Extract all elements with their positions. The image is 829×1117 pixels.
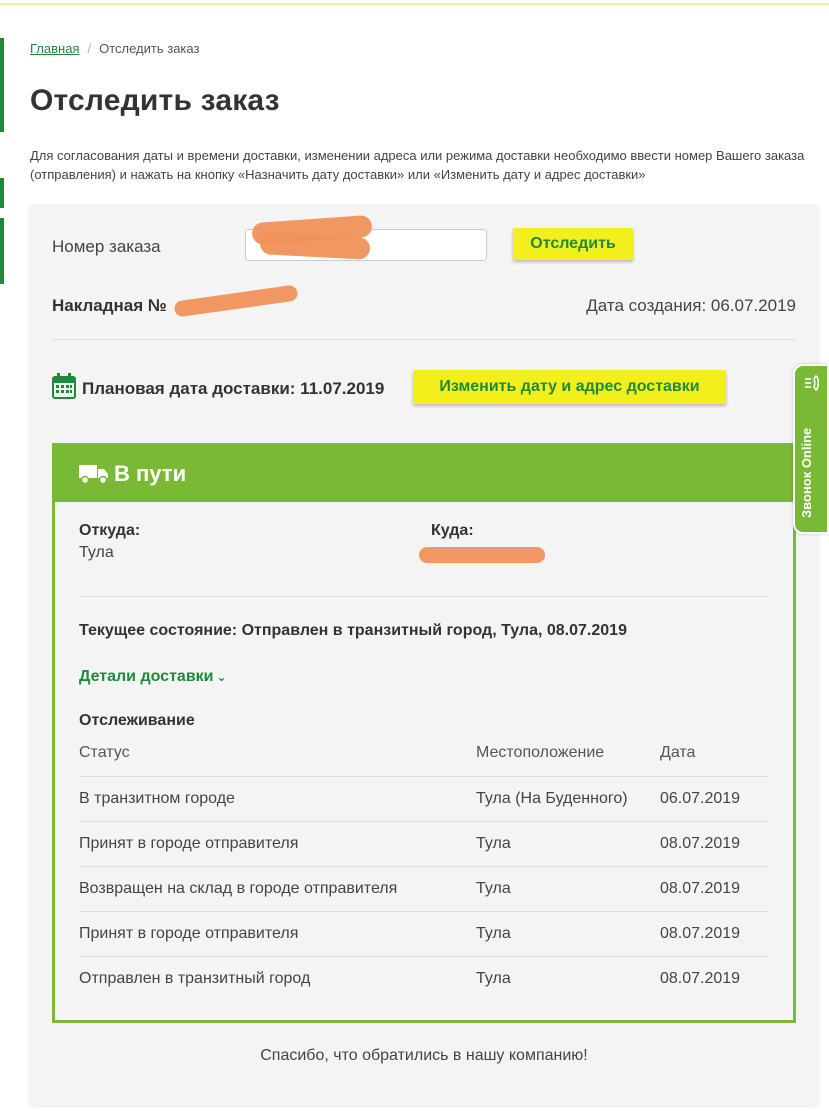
cell-location: Тула (На Буденного)	[476, 776, 660, 822]
divider	[79, 596, 769, 597]
status-title: В пути	[114, 461, 187, 486]
thank-you-message: Спасибо, что обратились в нашу компанию!	[260, 1047, 588, 1064]
planned-delivery-date: Плановая дата доставки: 11.07.2019	[82, 379, 385, 398]
redaction-mark	[173, 284, 299, 318]
breadcrumb-current: Отследить заказ	[99, 41, 200, 56]
track-button[interactable]: Отследить	[513, 228, 633, 260]
from-label: Откуда:	[79, 522, 141, 539]
cell-date: 08.07.2019	[660, 911, 769, 957]
left-accent-bar	[0, 178, 4, 208]
cell-date: 08.07.2019	[660, 821, 769, 867]
delivery-details-label: Детали доставки	[79, 668, 214, 685]
chevron-down-icon: ⌄	[216, 670, 227, 684]
breadcrumb: Главная / Отследить заказ	[30, 41, 199, 56]
tracking-table: Статус Местоположение Дата В транзитном …	[79, 730, 769, 1001]
cell-date: 08.07.2019	[660, 866, 769, 912]
creation-date: Дата создания: 06.07.2019	[586, 296, 796, 315]
table-row: Принят в городе отправителя Тула 08.07.2…	[79, 911, 769, 957]
cell-status: Принят в городе отправителя	[79, 911, 476, 957]
phone-icon	[805, 374, 820, 392]
tracking-title: Отслеживание	[79, 712, 195, 729]
from-value: Тула	[79, 544, 114, 561]
status-panel: В пути Откуда: Тула Куда: Текущее состоя…	[52, 443, 796, 1023]
table-row: Возвращен на склад в городе отправителя …	[79, 866, 769, 912]
redaction-mark	[419, 547, 545, 563]
cell-date: 06.07.2019	[660, 776, 769, 822]
cell-location: Тула	[476, 821, 660, 867]
divider	[52, 339, 796, 340]
column-header-location: Местоположение	[476, 730, 660, 777]
table-row: Принят в городе отправителя Тула 08.07.2…	[79, 821, 769, 867]
status-header: В пути	[55, 446, 793, 502]
tracking-card: Номер заказа Отследить Накладная № Дата …	[30, 205, 818, 1105]
cell-status: Отправлен в транзитный город	[79, 969, 311, 987]
cell-location: Тула	[476, 866, 660, 912]
calendar-icon	[52, 373, 76, 399]
left-accent-bar	[0, 38, 4, 132]
truck-icon	[79, 465, 108, 485]
column-header-status: Статус	[79, 730, 476, 777]
intro-text: Для согласования даты и времени доставки…	[30, 148, 805, 182]
to-label: Куда:	[431, 522, 474, 539]
page-title: Отследить заказ	[30, 84, 280, 117]
cell-status: В транзитном городе	[79, 776, 476, 822]
cell-location: Тула	[476, 911, 660, 957]
change-date-address-button[interactable]: Изменить дату и адрес доставки	[413, 370, 726, 404]
cell-status: Возвращен на склад в городе отправителя	[79, 866, 476, 912]
cell-date: 08.07.2019	[660, 969, 741, 987]
top-accent-line	[0, 0, 829, 5]
breadcrumb-home-link[interactable]: Главная	[30, 41, 79, 56]
delivery-details-link[interactable]: Детали доставки ⌄	[79, 668, 227, 686]
cell-status: Принят в городе отправителя	[79, 821, 476, 867]
table-row: В транзитном городе Тула (На Буденного) …	[79, 776, 769, 822]
call-online-tab[interactable]: Звонок Online	[793, 364, 829, 534]
table-header-row: Статус Местоположение Дата	[79, 730, 769, 777]
order-number-label: Номер заказа	[52, 237, 161, 256]
cell-location: Тула	[476, 969, 511, 987]
left-accent-bar	[0, 218, 4, 284]
current-status: Текущее состояние: Отправлен в транзитны…	[79, 622, 627, 639]
column-header-date: Дата	[660, 730, 769, 777]
call-online-label: Звонок Online	[799, 427, 814, 518]
breadcrumb-separator: /	[87, 41, 92, 56]
table-row: Отправлен в транзитный город Тула 08.07.…	[79, 956, 769, 1001]
invoice-label: Накладная №	[52, 296, 167, 315]
